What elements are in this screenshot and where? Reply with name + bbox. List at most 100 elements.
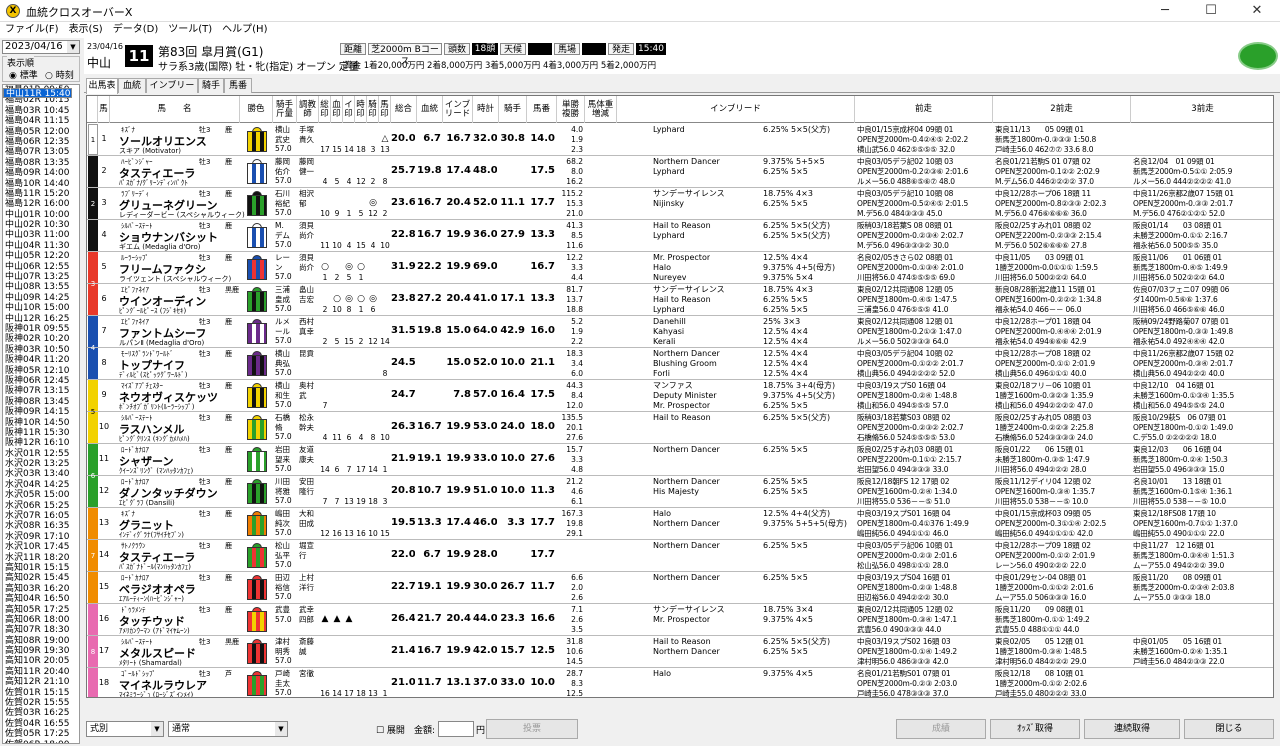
col-prev2[interactable]: 2前走 xyxy=(993,96,1131,123)
mark-cell[interactable]: ▲ xyxy=(343,614,355,624)
maximize-button[interactable]: ☐ xyxy=(1188,0,1234,22)
col-trainer[interactable]: 調教 師 xyxy=(297,96,319,123)
past-race-line[interactable]: 阪稍09/24野路菊07 07頭 01 xyxy=(1133,317,1273,327)
col-number[interactable]: 馬 xyxy=(98,96,110,123)
race-list-item[interactable]: 高知09R 19:30 xyxy=(3,646,79,656)
race-list-item[interactable]: 水沢01R 12:55 xyxy=(3,449,79,459)
jockey-cell[interactable]: 藤岡 佑介 57.0 xyxy=(275,157,297,186)
past-race-line[interactable]: 名良01/21若駒S 01 07頭 02 xyxy=(995,157,1129,167)
race-list-item[interactable]: 水沢04R 14:25 xyxy=(3,480,79,490)
tab-inbreed[interactable]: インブリード xyxy=(146,78,198,106)
race-list-item[interactable]: 高知02R 15:45 xyxy=(3,573,79,583)
race-list-item[interactable]: 水沢03R 13:40 xyxy=(3,469,79,479)
past-race-line[interactable]: 名良02/05きさら02 08頭 01 xyxy=(857,253,991,263)
race-list-item[interactable]: 福島03R 10:45 xyxy=(3,106,79,116)
race-list-item[interactable]: 高知07R 18:30 xyxy=(3,625,79,635)
race-list-item[interactable]: 中山11R 15:40 xyxy=(3,88,72,99)
race-list-item[interactable]: 佐賀04R 16:55 xyxy=(3,719,79,729)
bet-type-select[interactable]: 式別 ▼ xyxy=(86,721,164,737)
past-race-line[interactable]: 中良03/19スプS0 16頭 04 xyxy=(857,381,991,391)
col-silks[interactable]: 勝色 xyxy=(240,96,273,123)
jockey-cell[interactable]: 横山 和生 57.0 xyxy=(275,381,297,410)
past-race-line[interactable]: 阪良12/18朝FS 12 17頭 02 xyxy=(857,477,991,487)
race-list-item[interactable]: 阪神01R 09:55 xyxy=(3,324,79,334)
race-list-item[interactable]: 福島05R 12:00 xyxy=(3,127,79,137)
past-race-line[interactable]: 中良01/15京成杯04 09頭 01 xyxy=(857,125,991,135)
race-list-item[interactable]: 中山12R 16:25 xyxy=(3,314,79,324)
race-list-item[interactable]: 中山07R 13:25 xyxy=(3,272,79,282)
past-race-line[interactable]: 阪良11/20 08 09頭 01 xyxy=(1133,573,1273,583)
race-list-item[interactable]: 阪神11R 15:30 xyxy=(3,428,79,438)
jockey-cell[interactable]: 岩田 望来 57.0 xyxy=(275,445,297,474)
race-list-item[interactable]: 阪神07R 13:15 xyxy=(3,386,79,396)
col-total-score[interactable]: 総合 xyxy=(391,96,417,123)
race-list-item[interactable]: 阪神02R 10:20 xyxy=(3,334,79,344)
col-inbreed-mark[interactable]: イ 印 xyxy=(343,96,355,123)
mark-cell[interactable]: ○ xyxy=(319,262,331,272)
table-row[interactable]: 14 ｻﾄﾉｸﾗｳﾝ 牡3 鹿タスティエーラ ﾊﾟｽｶﾞﾅﾄﾞｰﾙ(ﾏﾝﾊｯﾀﾝｶﾌｪ)… xyxy=(87,540,1273,572)
race-list-item[interactable]: 高知10R 20:05 xyxy=(3,656,79,666)
past-race-line[interactable]: 阪良11/20 09 08頭 01 xyxy=(995,605,1129,615)
past-race-line[interactable]: 阪良02/25すみれ05 08頭 03 xyxy=(995,413,1129,423)
mark-cell[interactable]: ○ xyxy=(331,294,343,304)
close-dialog-button[interactable]: 閉じる xyxy=(1184,719,1274,739)
col-prev1[interactable]: 前走 xyxy=(855,96,993,123)
race-list-item[interactable]: 佐賀06R 18:00 xyxy=(3,740,79,743)
past-race-line[interactable]: 中良03/19スプS04 16頭 01 xyxy=(857,573,991,583)
past-race-line[interactable]: 中良12/28ホープ06 18頭 11 xyxy=(995,189,1129,199)
mark-cell[interactable]: ○ xyxy=(355,262,367,272)
col-horse-mark[interactable]: 馬 印 xyxy=(379,96,391,123)
past-race-line[interactable]: 中良03/05デラ記06 10頭 01 xyxy=(857,541,991,551)
table-row[interactable]: 2 ﾊｰﾋﾞﾝｼﾞｬｰ 牡3 鹿タスティエーラ ﾊﾟｽｶﾞﾅ/ｸﾞﾘｰﾝﾃﾞｨﾝﾊﾟｸﾄ… xyxy=(87,156,1273,188)
race-list-item[interactable]: 阪神10R 14:50 xyxy=(3,418,79,428)
race-list[interactable]: 福島01R 09:50福島02R 10:15福島03R 10:45福島04R 1… xyxy=(2,84,80,744)
race-list-item[interactable]: 福島04R 11:15 xyxy=(3,116,79,126)
col-waku[interactable] xyxy=(87,96,98,123)
race-list-item[interactable]: 中山01R 10:00 xyxy=(3,210,79,220)
mode-select[interactable]: 通常 ▼ xyxy=(168,721,288,737)
date-picker[interactable]: 2023/04/16 ▼ xyxy=(2,40,80,54)
past-race-line[interactable]: 中良12/10 04 16頭 01 xyxy=(1133,381,1273,391)
col-post-score[interactable]: 馬番 xyxy=(527,96,557,123)
race-list-item[interactable]: 福島09R 14:00 xyxy=(3,168,79,178)
mark-cell[interactable]: ◎ xyxy=(367,198,379,208)
col-odds[interactable]: 単勝 複勝 xyxy=(557,96,585,123)
jockey-cell[interactable]: ルメ ール 57.0 xyxy=(275,317,297,346)
past-race-line[interactable]: 名良01/21若駒S01 07頭 01 xyxy=(857,669,991,679)
table-row[interactable]: 5 ﾙｰﾗｰｼｯﾌﾟ 牡3 鹿フリームファクシ ライツェント (スペシャルウィーク) レー… xyxy=(87,252,1273,284)
past-race-line[interactable]: 中良12/28ホープ01 18頭 04 xyxy=(995,317,1129,327)
mark-cell[interactable]: ▲ xyxy=(319,614,331,624)
table-row[interactable]: 1 ｷｽﾞﾅ 牡3 鹿ソールオリエンス スキア (Motivator) 横山 武史 57.… xyxy=(87,124,1273,156)
mark-cell[interactable]: ◎ xyxy=(343,262,355,272)
past-race-line[interactable]: 中良11/05 03 09頭 01 xyxy=(995,253,1129,263)
past-race-line[interactable]: 東良02/12共同通08 12頭 05 xyxy=(857,285,991,295)
tab-entries[interactable]: 出馬表 xyxy=(86,78,118,94)
race-list-item[interactable]: 福島08R 13:35 xyxy=(3,158,79,168)
race-list-item[interactable]: 佐賀05R 17:25 xyxy=(3,729,79,739)
past-race-line[interactable]: 中良03/05デラ記02 10頭 03 xyxy=(857,157,991,167)
past-race-line[interactable]: 東良02/12共同通05 12頭 02 xyxy=(857,605,991,615)
race-list-item[interactable]: 水沢06R 15:25 xyxy=(3,501,79,511)
past-race-line[interactable]: 東良11/13 05 09頭 01 xyxy=(995,125,1129,135)
menu-data[interactable]: データ(D) xyxy=(108,22,164,38)
table-row[interactable]: 6 ｴﾋﾟﾌｧﾈｲｱ 牡3 黒鹿 ウインオーディン ﾋﾟﾝｸﾞｰﾙﾋﾟｰｽ (ﾌｼﾞｷｾｷ… xyxy=(87,284,1273,316)
race-list-item[interactable]: 中山10R 15:00 xyxy=(3,303,79,313)
past-race-line[interactable]: 中良03/19スプS01 16頭 04 xyxy=(857,509,991,519)
jockey-cell[interactable]: 武豊 57.0 xyxy=(275,605,297,624)
bet-button[interactable]: 投票 xyxy=(486,719,578,739)
race-list-item[interactable]: 中山03R 11:00 xyxy=(3,230,79,240)
col-horse-name[interactable]: 馬 名 xyxy=(110,96,240,123)
past-race-line[interactable]: 中良11/27 12 16頭 01 xyxy=(1133,541,1273,551)
menu-view[interactable]: 表示(S) xyxy=(64,22,108,38)
race-list-item[interactable]: 高知11R 20:40 xyxy=(3,667,79,677)
past-race-line[interactable]: 中良03/05デラ記04 10頭 02 xyxy=(857,349,991,359)
table-row[interactable]: 4 ｼﾙﾊﾞｰｽﾃｰﾄ 牡3 鹿ショウナンバシット ギエム (Medaglia d'Or… xyxy=(87,220,1273,252)
jockey-cell[interactable]: 川田 将雅 57.0 xyxy=(275,477,297,506)
past-race-line[interactable]: 中良01/15京成杯03 09頭 05 xyxy=(995,509,1129,519)
jockey-cell[interactable]: 横山 武史 57.0 xyxy=(275,125,297,154)
table-row[interactable]: 12 ﾛｰﾄﾞｶﾅﾛｱ 牡3 鹿ダノンタッチダウン ｴﾋﾟｸﾞﾗﾌ (Dansili) 川… xyxy=(87,476,1273,508)
race-list-item[interactable]: 中山09R 14:25 xyxy=(3,293,79,303)
past-race-line[interactable]: 阪良02/25すみれ03 08頭 01 xyxy=(857,445,991,455)
race-list-item[interactable]: 阪神09R 14:15 xyxy=(3,407,79,417)
race-list-item[interactable]: 水沢02R 13:25 xyxy=(3,459,79,469)
